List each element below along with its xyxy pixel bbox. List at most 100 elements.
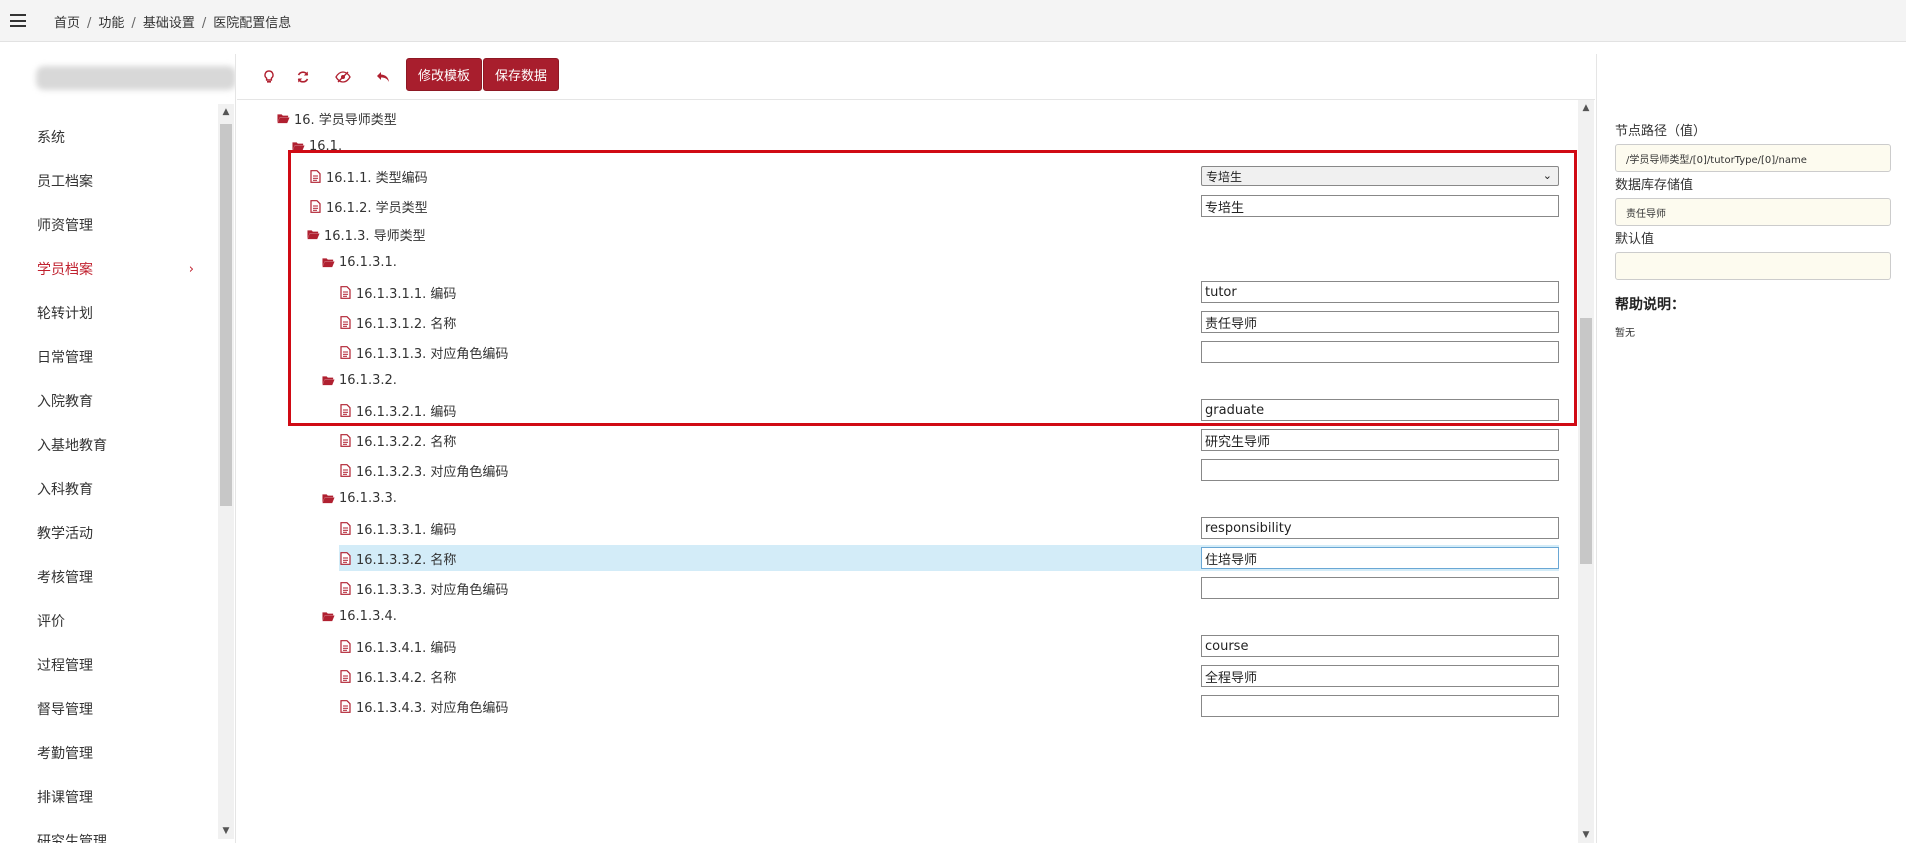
sidebar: 系统 员工档案 师资管理 学员档案 › 轮转计划 日常管理 入院教育 入基地教育 … bbox=[12, 54, 236, 843]
file-icon bbox=[339, 345, 356, 359]
tree-folder-node[interactable]: 16.1.3. 导师类型 bbox=[307, 221, 426, 247]
file-icon bbox=[339, 669, 356, 683]
db-value-field[interactable]: 责任导师 bbox=[1615, 198, 1891, 226]
sidebar-item-process-management[interactable]: 过程管理 bbox=[12, 644, 216, 688]
tree-value-input[interactable] bbox=[1201, 665, 1559, 687]
sidebar-item-label: 日常管理 bbox=[37, 350, 93, 366]
sidebar-item-label: 轮转计划 bbox=[37, 306, 93, 322]
breadcrumb-separator: / bbox=[201, 16, 207, 31]
default-value-label: 默认值 bbox=[1615, 232, 1655, 247]
tree-node-label: 16.1.3.4.2. 名称 bbox=[356, 670, 457, 686]
sidebar-item-scheduling[interactable]: 排课管理 bbox=[12, 776, 216, 820]
sidebar-item-rotation-plan[interactable]: 轮转计划 bbox=[12, 292, 216, 336]
tree-folder-node[interactable]: 16.1.3.1. bbox=[322, 249, 397, 275]
breadcrumb-home[interactable]: 首页 bbox=[54, 16, 80, 31]
undo-icon[interactable] bbox=[371, 65, 395, 89]
scroll-down-arrow-icon[interactable]: ▼ bbox=[221, 826, 231, 836]
tree-value-input[interactable] bbox=[1201, 429, 1559, 451]
select-value: 专培生 bbox=[1206, 169, 1243, 184]
tree-value-input[interactable] bbox=[1201, 459, 1559, 481]
sidebar-item-assessment[interactable]: 考核管理 bbox=[12, 556, 216, 600]
db-value-label: 数据库存储值 bbox=[1615, 178, 1694, 193]
tree-node-label: 16.1.3.2.2. 名称 bbox=[356, 434, 457, 450]
scroll-up-arrow-icon[interactable]: ▲ bbox=[221, 107, 231, 117]
sidebar-item-staff-records[interactable]: 员工档案 bbox=[12, 160, 216, 204]
tree-value-input[interactable] bbox=[1201, 577, 1559, 599]
sidebar-item-label: 督导管理 bbox=[37, 702, 93, 718]
tree-field-node[interactable]: 16.1.3.1.1. 编码 bbox=[339, 279, 456, 305]
tree-node-label: 16.1.3.2.1. 编码 bbox=[356, 404, 457, 420]
chevron-right-icon: › bbox=[188, 262, 194, 277]
tree-node-label: 16.1.3.4.3. 对应角色编码 bbox=[356, 700, 509, 716]
sidebar-item-label: 入科教育 bbox=[37, 482, 93, 498]
tree-field-node[interactable]: 16.1.2. 学员类型 bbox=[309, 193, 428, 219]
main-scrollbar[interactable]: ▲ ▼ bbox=[1578, 100, 1594, 843]
breadcrumb-basic-settings[interactable]: 基础设置 bbox=[143, 16, 195, 31]
tree-node-label: 16.1.1. 类型编码 bbox=[326, 170, 428, 186]
sidebar-item-label: 员工档案 bbox=[37, 174, 93, 190]
sidebar-item-supervision[interactable]: 督导管理 bbox=[12, 688, 216, 732]
tree-value-input[interactable] bbox=[1201, 547, 1559, 569]
tree-folder-node[interactable]: 16.1.3.4. bbox=[322, 603, 397, 629]
tree-value-input[interactable] bbox=[1201, 695, 1559, 717]
sidebar-item-base-orientation[interactable]: 入基地教育 bbox=[12, 424, 216, 468]
default-value-field[interactable] bbox=[1615, 252, 1891, 280]
lightbulb-icon[interactable] bbox=[257, 65, 281, 89]
save-data-button[interactable]: 保存数据 bbox=[483, 58, 560, 91]
tree-folder-node[interactable]: 16.1.3.2. bbox=[322, 367, 397, 393]
tree-value-input[interactable] bbox=[1201, 281, 1559, 303]
tree-value-input[interactable] bbox=[1201, 341, 1559, 363]
sidebar-item-department-orientation[interactable]: 入科教育 bbox=[12, 468, 216, 512]
tree-value-input[interactable] bbox=[1201, 195, 1559, 217]
node-path-label: 节点路径（值） bbox=[1615, 124, 1707, 139]
sidebar-item-faculty[interactable]: 师资管理 bbox=[12, 204, 216, 248]
refresh-icon[interactable] bbox=[291, 65, 315, 89]
sidebar-item-system[interactable]: 系统 bbox=[12, 116, 216, 160]
tree-field-node[interactable]: 16.1.3.2.2. 名称 bbox=[339, 427, 456, 453]
sidebar-item-student-records[interactable]: 学员档案 › bbox=[12, 248, 216, 292]
sidebar-item-label: 排课管理 bbox=[37, 790, 93, 806]
menu-toggle-icon[interactable] bbox=[10, 14, 26, 27]
tree-field-node[interactable]: 16.1.3.4.3. 对应角色编码 bbox=[339, 693, 508, 719]
tree-field-node[interactable]: 16.1.3.3.3. 对应角色编码 bbox=[339, 575, 508, 601]
breadcrumb-function[interactable]: 功能 bbox=[98, 16, 124, 31]
tree-field-node[interactable]: 16.1.3.1.3. 对应角色编码 bbox=[339, 339, 508, 365]
tree-node-label: 16.1.3.3.3. 对应角色编码 bbox=[356, 582, 509, 598]
tree-node-label: 16.1.3.1. bbox=[339, 254, 397, 270]
folder-open-icon bbox=[322, 256, 339, 269]
sidebar-item-label: 教学活动 bbox=[37, 526, 93, 542]
edit-template-button[interactable]: 修改模板 bbox=[406, 58, 483, 91]
tree-field-node[interactable]: 16.1.3.4.1. 编码 bbox=[339, 633, 456, 659]
type-code-select[interactable]: 专培生 ⌄ bbox=[1201, 166, 1559, 186]
tree-field-node[interactable]: 16.1.3.3.1. 编码 bbox=[339, 515, 456, 541]
tree-folder-node[interactable]: 16. 学员导师类型 bbox=[277, 105, 397, 131]
eye-slash-icon[interactable] bbox=[331, 65, 355, 89]
tree-field-node[interactable]: 16.1.3.2.3. 对应角色编码 bbox=[339, 457, 508, 483]
sidebar-scroll-thumb[interactable] bbox=[220, 124, 232, 506]
tree-value-input[interactable] bbox=[1201, 399, 1559, 421]
tree-folder-node[interactable]: 16.1. bbox=[292, 133, 342, 159]
sidebar-scrollbar[interactable]: ▲ ▼ bbox=[218, 104, 234, 839]
sidebar-item-hospital-orientation[interactable]: 入院教育 bbox=[12, 380, 216, 424]
file-icon bbox=[339, 551, 356, 565]
sidebar-item-daily-management[interactable]: 日常管理 bbox=[12, 336, 216, 380]
tree-value-input[interactable] bbox=[1201, 311, 1559, 333]
tree-value-input[interactable] bbox=[1201, 517, 1559, 539]
sidebar-item-evaluation[interactable]: 评价 bbox=[12, 600, 216, 644]
sidebar-item-label: 系统 bbox=[37, 130, 65, 146]
toolbar: 修改模板 保存数据 bbox=[237, 54, 1595, 100]
tree-field-node[interactable]: 16.1.3.4.2. 名称 bbox=[339, 663, 456, 689]
tree-value-input[interactable] bbox=[1201, 635, 1559, 657]
tree-folder-node[interactable]: 16.1.3.3. bbox=[322, 485, 397, 511]
sidebar-item-teaching-activities[interactable]: 教学活动 bbox=[12, 512, 216, 556]
sidebar-item-graduate-management[interactable]: 研究生管理 bbox=[12, 820, 216, 843]
scroll-down-arrow-icon[interactable]: ▼ bbox=[1581, 830, 1591, 840]
node-path-field[interactable]: /学员导师类型/[0]/tutorType/[0]/name bbox=[1615, 144, 1891, 172]
main-scroll-thumb[interactable] bbox=[1580, 318, 1592, 564]
tree-field-node[interactable]: 16.1.1. 类型编码 bbox=[309, 163, 428, 189]
sidebar-item-attendance[interactable]: 考勤管理 bbox=[12, 732, 216, 776]
tree-field-node[interactable]: 16.1.3.2.1. 编码 bbox=[339, 397, 456, 423]
scroll-up-arrow-icon[interactable]: ▲ bbox=[1581, 103, 1591, 113]
tree-field-node[interactable]: 16.1.3.1.2. 名称 bbox=[339, 309, 456, 335]
folder-open-icon bbox=[307, 228, 324, 241]
